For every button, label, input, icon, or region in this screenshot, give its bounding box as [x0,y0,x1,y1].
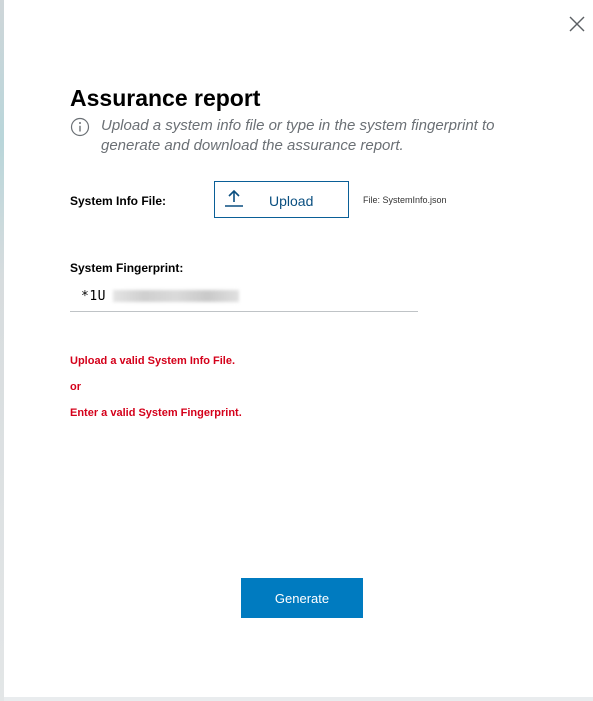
upload-button[interactable]: Upload [214,181,349,218]
selected-file-name: File: SystemInfo.json [363,195,447,205]
error-fingerprint: Enter a valid System Fingerprint. [70,407,242,419]
info-icon [70,117,90,137]
fingerprint-value: *1U [81,289,106,304]
upload-button-label: Upload [269,193,314,209]
system-fingerprint-input[interactable]: *1U [70,282,418,312]
fingerprint-redacted [113,290,239,302]
close-button[interactable] [566,13,588,35]
error-upload-file: Upload a valid System Info File. [70,355,236,367]
assurance-report-dialog: Assurance report Upload a system info fi… [4,0,593,697]
upload-icon [225,189,243,207]
error-or: or [70,381,81,393]
dialog-description: Upload a system info file or type in the… [101,117,495,154]
system-fingerprint-label: System Fingerprint: [70,261,184,275]
generate-button[interactable]: Generate [241,578,363,618]
close-icon [569,16,585,32]
dialog-title: Assurance report [70,85,261,111]
system-info-file-label: System Info File: [70,194,167,208]
